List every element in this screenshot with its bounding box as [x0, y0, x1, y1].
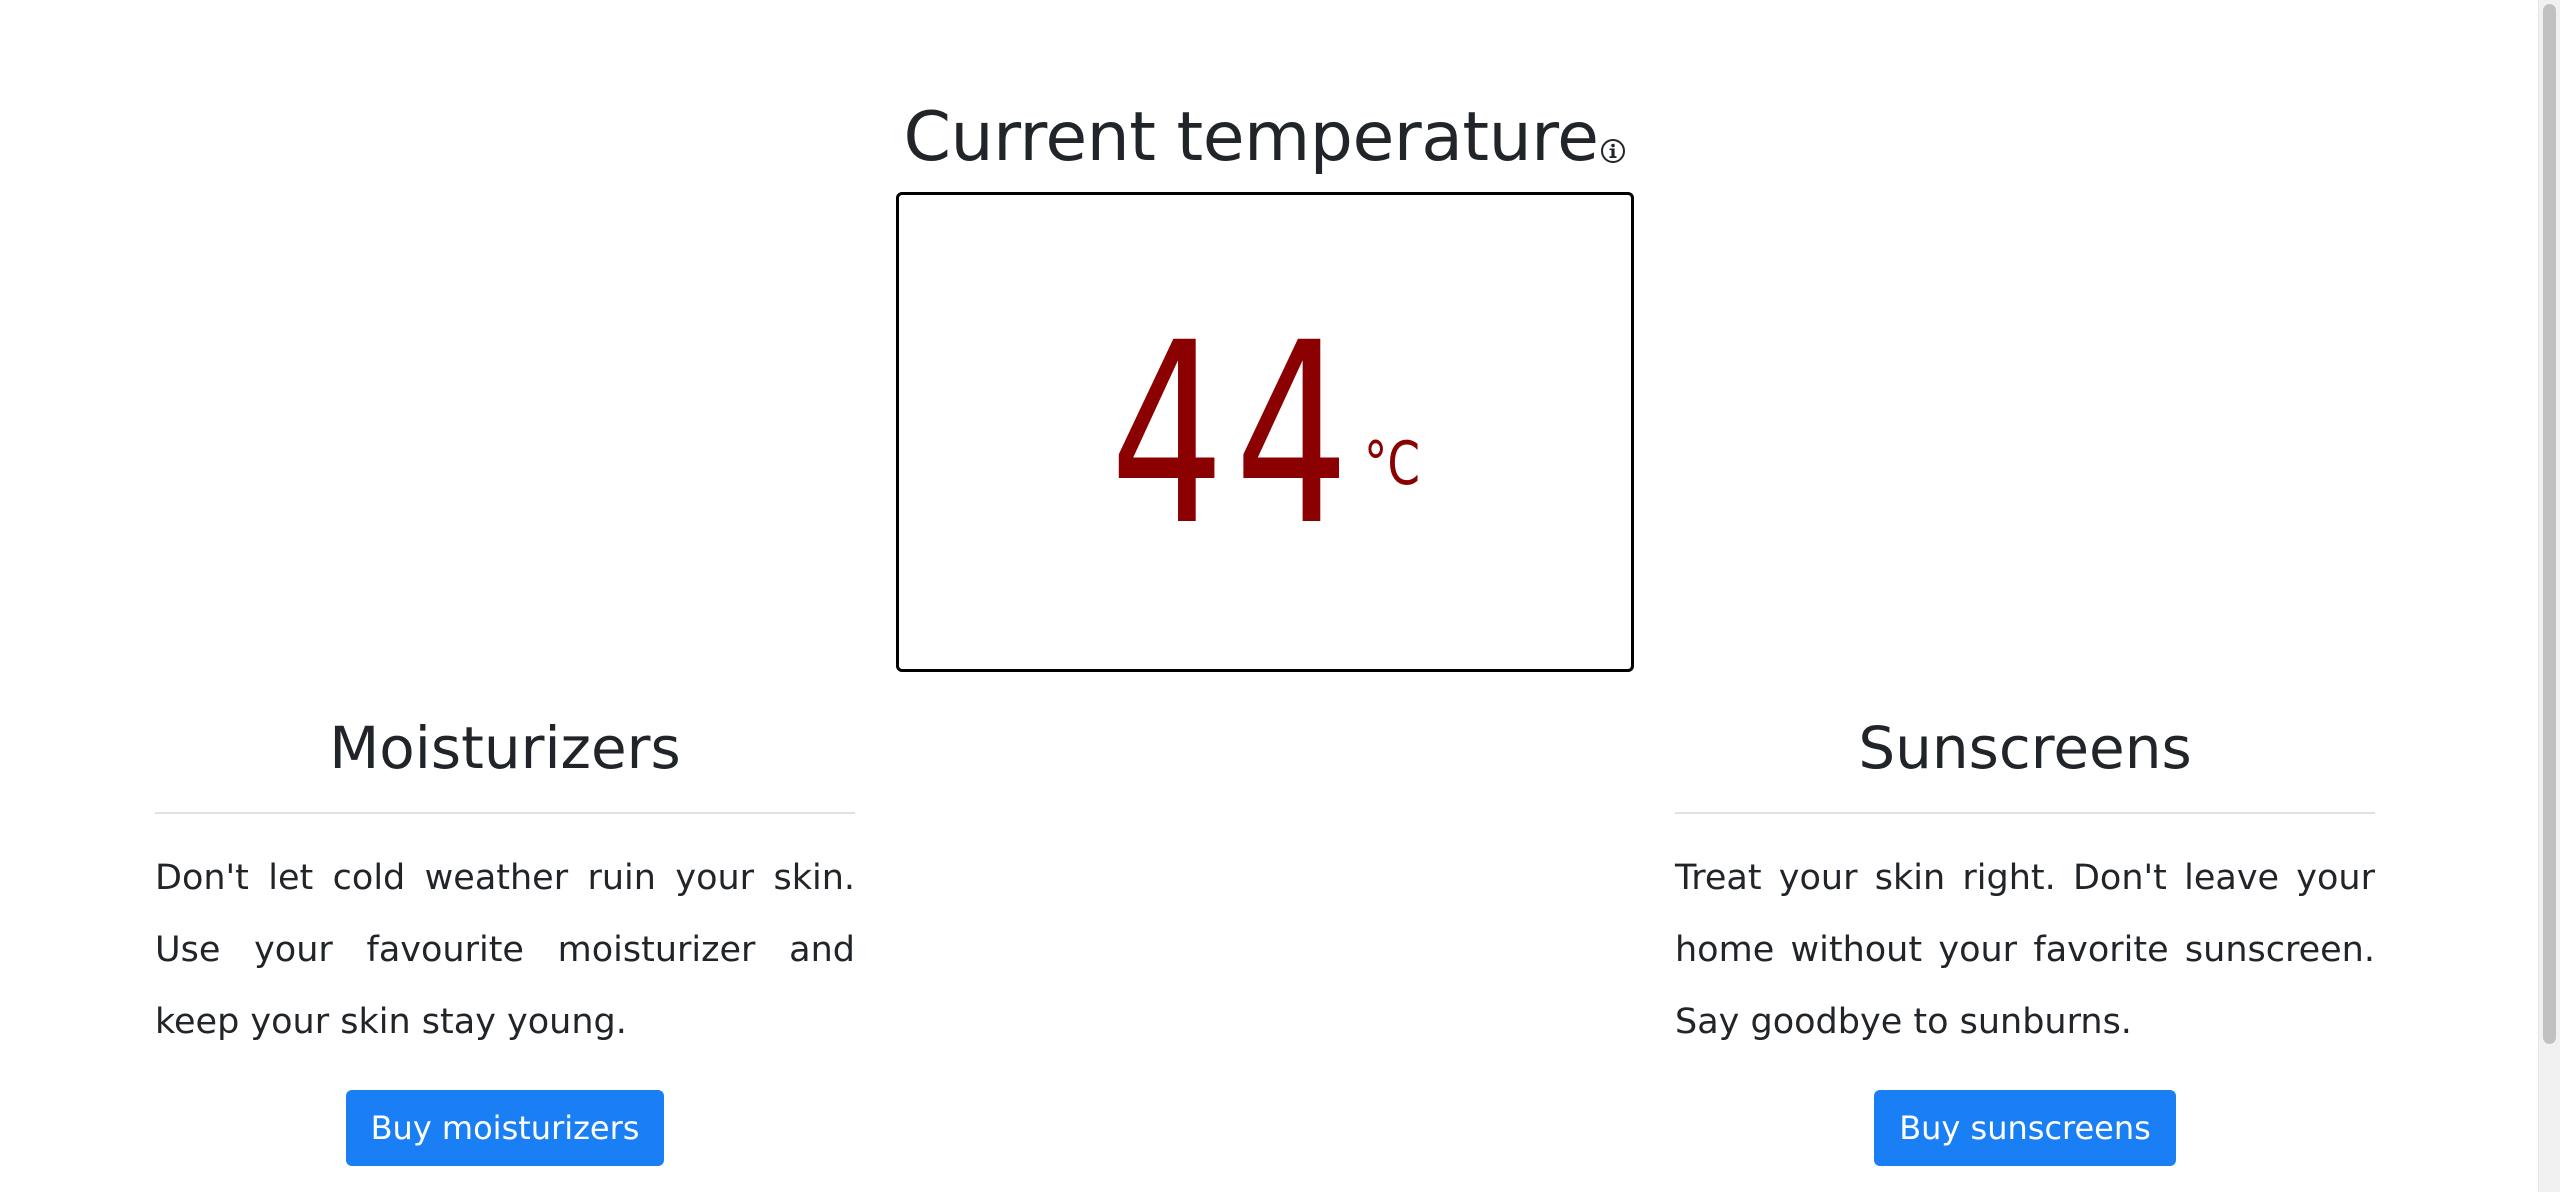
info-icon[interactable]: [1600, 100, 1626, 163]
sunscreens-section: Sunscreens Treat your skin right. Don't …: [1675, 708, 2375, 1166]
moisturizers-divider: [155, 812, 855, 814]
moisturizers-title: Moisturizers: [329, 714, 681, 782]
scrollbar-thumb[interactable]: [2543, 4, 2556, 1044]
temperature-value: 44: [1110, 289, 1360, 580]
moisturizers-section: Moisturizers Don't let cold weather ruin…: [155, 708, 855, 1166]
temperature-unit: °C: [1364, 429, 1421, 499]
sunscreens-description: Treat your skin right. Don't leave your …: [1675, 858, 2375, 1042]
sunscreens-divider: [1675, 812, 2375, 814]
sunscreens-title: Sunscreens: [1858, 714, 2192, 782]
temperature-heading: Current temperature: [0, 96, 2530, 180]
buy-moisturizers-button[interactable]: Buy moisturizers: [345, 1090, 665, 1166]
temperature-heading-text: Current temperature: [903, 98, 1599, 177]
vertical-scrollbar[interactable]: [2538, 0, 2560, 1192]
page: Current temperature 44 °C Moisturizers D…: [0, 0, 2538, 1192]
moisturizers-description: Don't let cold weather ruin your skin. U…: [155, 858, 855, 1042]
buy-sunscreens-button[interactable]: Buy sunscreens: [1874, 1090, 2176, 1166]
